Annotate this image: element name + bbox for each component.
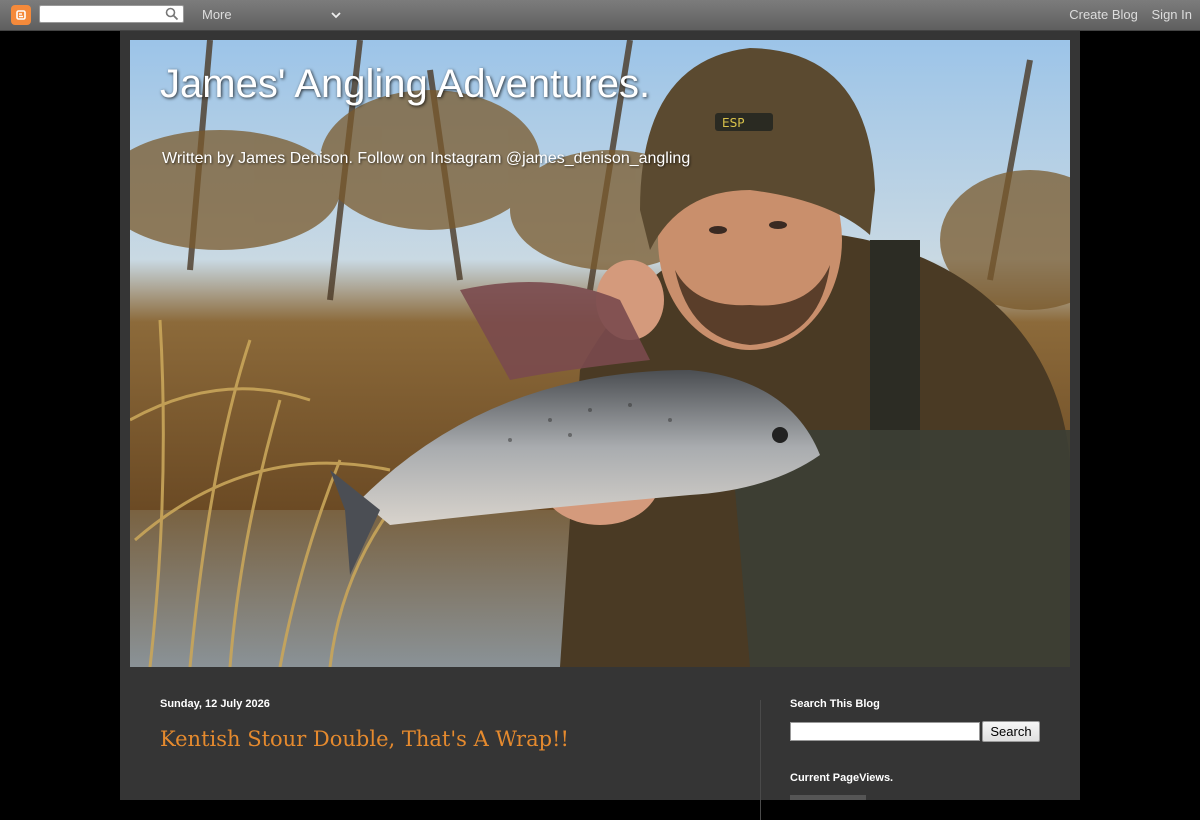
navbar-search-input[interactable] <box>39 5 184 23</box>
blog-description: Written by James Denison. Follow on Inst… <box>162 150 691 167</box>
more-menu[interactable]: More <box>202 7 232 22</box>
header-photo: ESP James' Angling Adventures. Written b… <box>130 40 1070 667</box>
post-title-link[interactable]: Kentish Stour Double, That's A Wrap!! <box>160 727 569 751</box>
blogger-logo-icon[interactable] <box>11 5 31 25</box>
create-blog-link[interactable]: Create Blog <box>1069 7 1138 22</box>
search-button[interactable]: Search <box>982 721 1040 742</box>
content-outer: ESP James' Angling Adventures. Written b… <box>120 31 1080 820</box>
search-icon[interactable] <box>165 7 179 21</box>
post-date-header: Sunday, 12 July 2026 <box>160 698 270 710</box>
blog-search-input[interactable] <box>790 722 980 741</box>
svg-text:ESP: ESP <box>722 116 744 130</box>
blogger-navbar: More Create Blog Sign In <box>0 0 1200 31</box>
blog-title[interactable]: James' Angling Adventures. <box>160 62 650 107</box>
navbar-right-links: Create Blog Sign In <box>1059 7 1192 22</box>
chevron-down-icon[interactable] <box>330 8 342 20</box>
column-divider <box>760 700 761 820</box>
sign-in-link[interactable]: Sign In <box>1152 7 1192 22</box>
pageviews-widget-title: Current PageViews. <box>790 772 894 784</box>
search-widget-title: Search This Blog <box>790 698 880 710</box>
angler-with-grayling-photo: ESP <box>130 40 1070 667</box>
pageview-counter <box>790 795 866 800</box>
